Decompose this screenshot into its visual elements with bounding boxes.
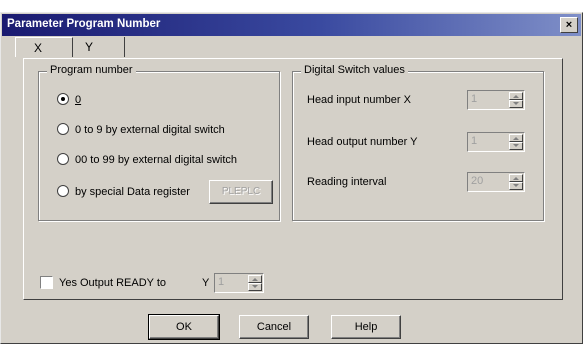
radio-label: by special Data register [75,186,190,198]
radio-option-0[interactable]: 0 [57,92,81,108]
ready-output-spinner[interactable]: 1 [214,273,264,293]
arrow-up-icon[interactable] [509,134,523,142]
radio-option-data-register[interactable]: by special Data register [57,184,190,200]
radio-button-icon[interactable] [57,93,69,106]
window-title: Parameter Program Number [7,18,161,30]
program-number-legend: Program number [47,64,136,76]
tab-panel: Program number 0 0 to 9 by external digi… [23,58,563,300]
head-output-value: 1 [471,135,478,147]
head-input-spinner[interactable]: 1 [467,90,525,110]
radio-label: 0 to 9 by external digital switch [75,124,225,136]
ok-button[interactable]: OK [148,314,220,340]
title-bar[interactable]: Parameter Program Number × [2,14,581,36]
cancel-button[interactable]: Cancel [239,315,309,339]
spinner-arrows[interactable] [509,134,523,150]
radio-option-0-9[interactable]: 0 to 9 by external digital switch [57,122,225,138]
ready-output-value: 1 [218,276,225,288]
parameter-dialog: Parameter Program Number × X Y Program n… [0,12,583,344]
arrow-down-icon[interactable] [509,100,523,108]
arrow-up-icon[interactable] [509,174,523,182]
radio-button-icon[interactable] [57,185,69,198]
reading-interval-spinner[interactable]: 20 [467,172,525,192]
digital-switch-group: Digital Switch values Head input number … [292,64,544,221]
arrow-down-icon[interactable] [248,283,262,291]
help-button[interactable]: Help [331,315,401,339]
arrow-up-icon[interactable] [248,275,262,283]
digital-switch-legend: Digital Switch values [301,64,408,76]
reading-interval-value: 20 [471,175,484,187]
tab-y[interactable]: Y [77,37,125,57]
spinner-arrows[interactable] [509,174,523,190]
tab-x-label: X [34,41,43,55]
tab-x[interactable]: X [15,37,73,57]
pleplc-button[interactable]: PLEPLC [209,180,273,204]
head-input-label: Head input number X [307,94,411,106]
close-icon[interactable]: × [560,17,578,33]
reading-interval-label: Reading interval [307,176,387,188]
arrow-down-icon[interactable] [509,182,523,190]
ready-output-checkbox[interactable] [40,275,53,289]
spinner-arrows[interactable] [509,92,523,108]
tab-y-label: Y [85,40,94,54]
arrow-down-icon[interactable] [509,142,523,150]
arrow-up-icon[interactable] [509,92,523,100]
radio-button-icon[interactable] [57,123,69,136]
head-input-value: 1 [471,93,478,105]
head-output-spinner[interactable]: 1 [467,132,525,152]
radio-button-icon[interactable] [57,153,69,166]
program-number-group: Program number 0 0 to 9 by external digi… [38,64,280,221]
head-output-label: Head output number Y [307,136,418,148]
ready-output-row[interactable]: Yes Output READY to [40,275,166,291]
spinner-arrows[interactable] [248,275,262,291]
ready-output-y-prefix: Y [202,277,210,289]
radio-label: 00 to 99 by external digital switch [75,154,238,166]
radio-label: 0 [75,94,82,106]
radio-option-00-99[interactable]: 00 to 99 by external digital switch [57,152,237,168]
ready-output-label: Yes Output READY to [59,277,167,289]
